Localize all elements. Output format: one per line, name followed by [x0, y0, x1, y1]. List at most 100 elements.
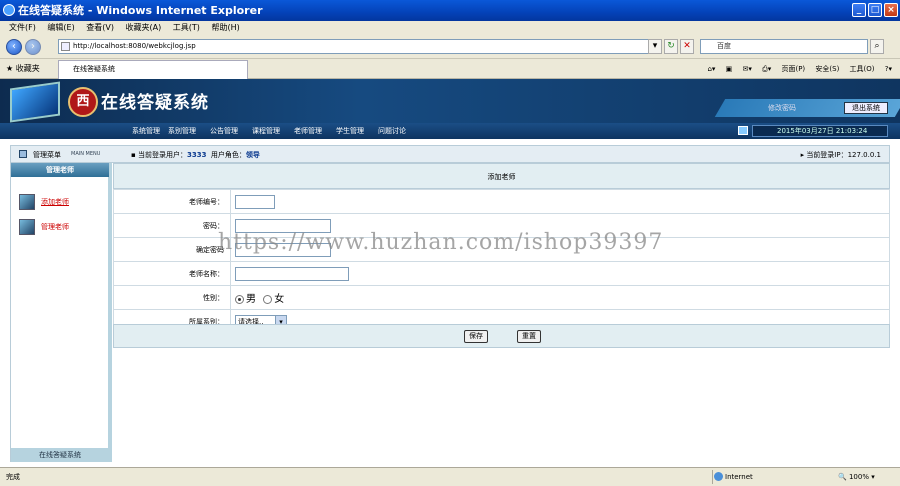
reset-button[interactable]: 重置 — [517, 330, 541, 343]
gender-male-label: 男 — [246, 294, 256, 305]
menu-edit[interactable]: 编辑(E) — [47, 23, 74, 32]
menu-bar: 文件(F) 编辑(E) 查看(V) 收藏夹(A) 工具(T) 帮助(H) — [0, 21, 900, 35]
menu-file[interactable]: 文件(F) — [9, 23, 36, 32]
gender-female-radio[interactable] — [263, 294, 273, 304]
app-banner: 西 在线答疑系统 修改密码 退出系统 — [0, 79, 900, 123]
form-buttons: 保存 重置 — [113, 324, 890, 348]
form-title: 添加老师 — [113, 163, 890, 189]
sidebar-item-label: 添加老师 — [41, 198, 69, 206]
status-text: 完成 — [6, 473, 20, 481]
status-strip: 管理菜单 MAIN MENU ▪ 当前登录用户：3333 用户角色：领导 ▸ 当… — [10, 145, 890, 163]
sidebar-item-add-teacher[interactable]: 添加老师 — [19, 193, 104, 211]
back-arrow-icon[interactable]: ‹ — [6, 39, 22, 55]
change-password-link[interactable]: 修改密码 — [768, 103, 796, 113]
zoom-level: 100% — [848, 473, 869, 481]
datetime-display: 2015年03月27日 21:03:24 — [752, 125, 888, 137]
globe-icon — [714, 472, 723, 481]
address-toolbar: ‹ › http://localhost:8080/webkcjlog.jsp … — [0, 35, 900, 59]
menu-help[interactable]: 帮助(H) — [211, 23, 239, 32]
nav-teacher[interactable]: 老师管理 — [294, 126, 322, 136]
gender-female-label: 女 — [274, 294, 285, 305]
ip-info: ▸ 当前登录IP：127.0.0.1 — [800, 151, 881, 159]
sidebar-header: 管理老师 — [11, 163, 109, 177]
browser-tab[interactable]: 在线答疑系统 — [58, 60, 248, 79]
minimize-button[interactable]: _ — [852, 3, 866, 17]
teacher-no-label: 老师编号： — [113, 189, 231, 214]
teacher-name-input[interactable] — [235, 266, 349, 281]
menu-label: 管理菜单 — [33, 151, 61, 159]
refresh-icon[interactable]: ↻ — [664, 39, 678, 54]
role-prefix: 用户角色： — [210, 151, 246, 159]
favorites-bar: ★ 收藏夹 在线答疑系统 ⌂▾ ▣ ✉▾ ⎙▾ 页面(P) 安全(S) 工具(O… — [0, 59, 900, 79]
address-input[interactable]: http://localhost:8080/webkcjlog.jsp — [58, 39, 658, 54]
search-icon[interactable]: ⌕ — [870, 39, 884, 54]
nav-system[interactable]: 系统管理 — [132, 126, 160, 136]
computer-icon — [738, 126, 748, 135]
print-icon[interactable]: ⎙▾ — [762, 65, 771, 73]
add-teacher-icon — [19, 194, 35, 210]
sidebar-item-manage-teacher[interactable]: 管理老师 — [19, 218, 104, 236]
menu-tools[interactable]: 工具(T) — [173, 23, 200, 32]
nav-notice[interactable]: 公告管理 — [210, 126, 238, 136]
watermark: https://www.huzhan.com/ishop39397 — [218, 230, 664, 255]
home-icon[interactable]: ⌂▾ — [707, 65, 715, 73]
window-title: 在线答疑系统 - Windows Internet Explorer — [18, 4, 263, 17]
main-nav: 系统管理 系别管理 公告管理 课程管理 老师管理 学生管理 问题讨论 2015年… — [0, 123, 900, 139]
tab-title: 在线答疑系统 — [73, 65, 115, 73]
logout-button[interactable]: 退出系统 — [844, 102, 888, 114]
confirm-password-label: 确定密码 — [113, 237, 231, 262]
dropdown-arrow-icon[interactable]: ▾ — [648, 39, 662, 54]
favorites-label: 收藏夹 — [15, 64, 40, 73]
gender-label: 性别： — [113, 285, 231, 310]
menu-favorites[interactable]: 收藏夹(A) — [126, 23, 162, 32]
manage-teacher-icon — [19, 219, 35, 235]
feeds-icon[interactable]: ▣ — [726, 65, 733, 73]
safety-menu[interactable]: 安全(S) — [815, 65, 839, 73]
page-icon — [61, 42, 70, 51]
app-title: 在线答疑系统 — [101, 93, 209, 113]
ie-command-bar: ⌂▾ ▣ ✉▾ ⎙▾ 页面(P) 安全(S) 工具(O) ?▾ — [699, 62, 892, 76]
address-url: http://localhost:8080/webkcjlog.jsp — [73, 42, 196, 50]
tools-menu[interactable]: 工具(O) — [850, 65, 875, 73]
menu-view[interactable]: 查看(V) — [86, 23, 114, 32]
stop-icon[interactable]: ✕ — [680, 39, 694, 54]
password-label: 密码： — [113, 213, 231, 238]
forward-arrow-icon[interactable]: › — [25, 39, 41, 55]
ie-logo-icon — [3, 4, 15, 16]
favorites-button[interactable]: ★ 收藏夹 — [6, 62, 40, 76]
menu-grid-icon — [19, 150, 27, 158]
zone-label: Internet — [725, 473, 753, 481]
user-prefix: 当前登录用户： — [137, 151, 187, 159]
nav-course[interactable]: 课程管理 — [252, 126, 280, 136]
sidebar-item-label: 管理老师 — [41, 223, 69, 231]
gender-male-radio[interactable] — [235, 294, 244, 304]
user-info: ▪ 当前登录用户：3333 用户角色：领导 — [131, 151, 260, 159]
teacher-name-label: 老师名称： — [113, 261, 231, 286]
nav-student[interactable]: 学生管理 — [336, 126, 364, 136]
teacher-no-input[interactable] — [235, 194, 275, 209]
status-bar: 完成 Internet 🔍 100% ▾ — [0, 467, 900, 486]
login-ip: 当前登录IP：127.0.0.1 — [806, 151, 881, 159]
save-button[interactable]: 保存 — [464, 330, 488, 343]
nav-department[interactable]: 系别管理 — [168, 126, 196, 136]
mail-icon[interactable]: ✉▾ — [743, 65, 752, 73]
menu-label-en: MAIN MENU — [71, 151, 101, 157]
zoom-control[interactable]: 🔍 100% ▾ — [838, 470, 875, 484]
current-user: 3333 — [186, 151, 207, 159]
search-placeholder: 百度 — [717, 42, 731, 50]
search-input[interactable]: 百度 — [700, 39, 868, 54]
add-teacher-form: 老师编号： 密码： 确定密码 老师名称： 性别： 男 女 所属系别： 请选择..… — [113, 189, 890, 334]
help-icon[interactable]: ?▾ — [885, 65, 892, 73]
sidebar: 管理老师 添加老师 管理老师 在线答疑系统 — [10, 163, 112, 462]
security-zone: Internet — [712, 470, 806, 484]
user-role: 领导 — [245, 151, 260, 159]
sidebar-footer: 在线答疑系统 — [11, 448, 109, 462]
page-menu[interactable]: 页面(P) — [781, 65, 805, 73]
content-area — [113, 348, 890, 462]
school-seal-logo: 西 — [68, 87, 98, 117]
nav-discussion[interactable]: 问题讨论 — [378, 126, 406, 136]
maximize-button[interactable]: □ — [868, 3, 882, 17]
window-titlebar: 在线答疑系统 - Windows Internet Explorer _ □ × — [0, 0, 900, 21]
monitor-icon — [10, 81, 60, 123]
close-button[interactable]: × — [884, 3, 898, 17]
